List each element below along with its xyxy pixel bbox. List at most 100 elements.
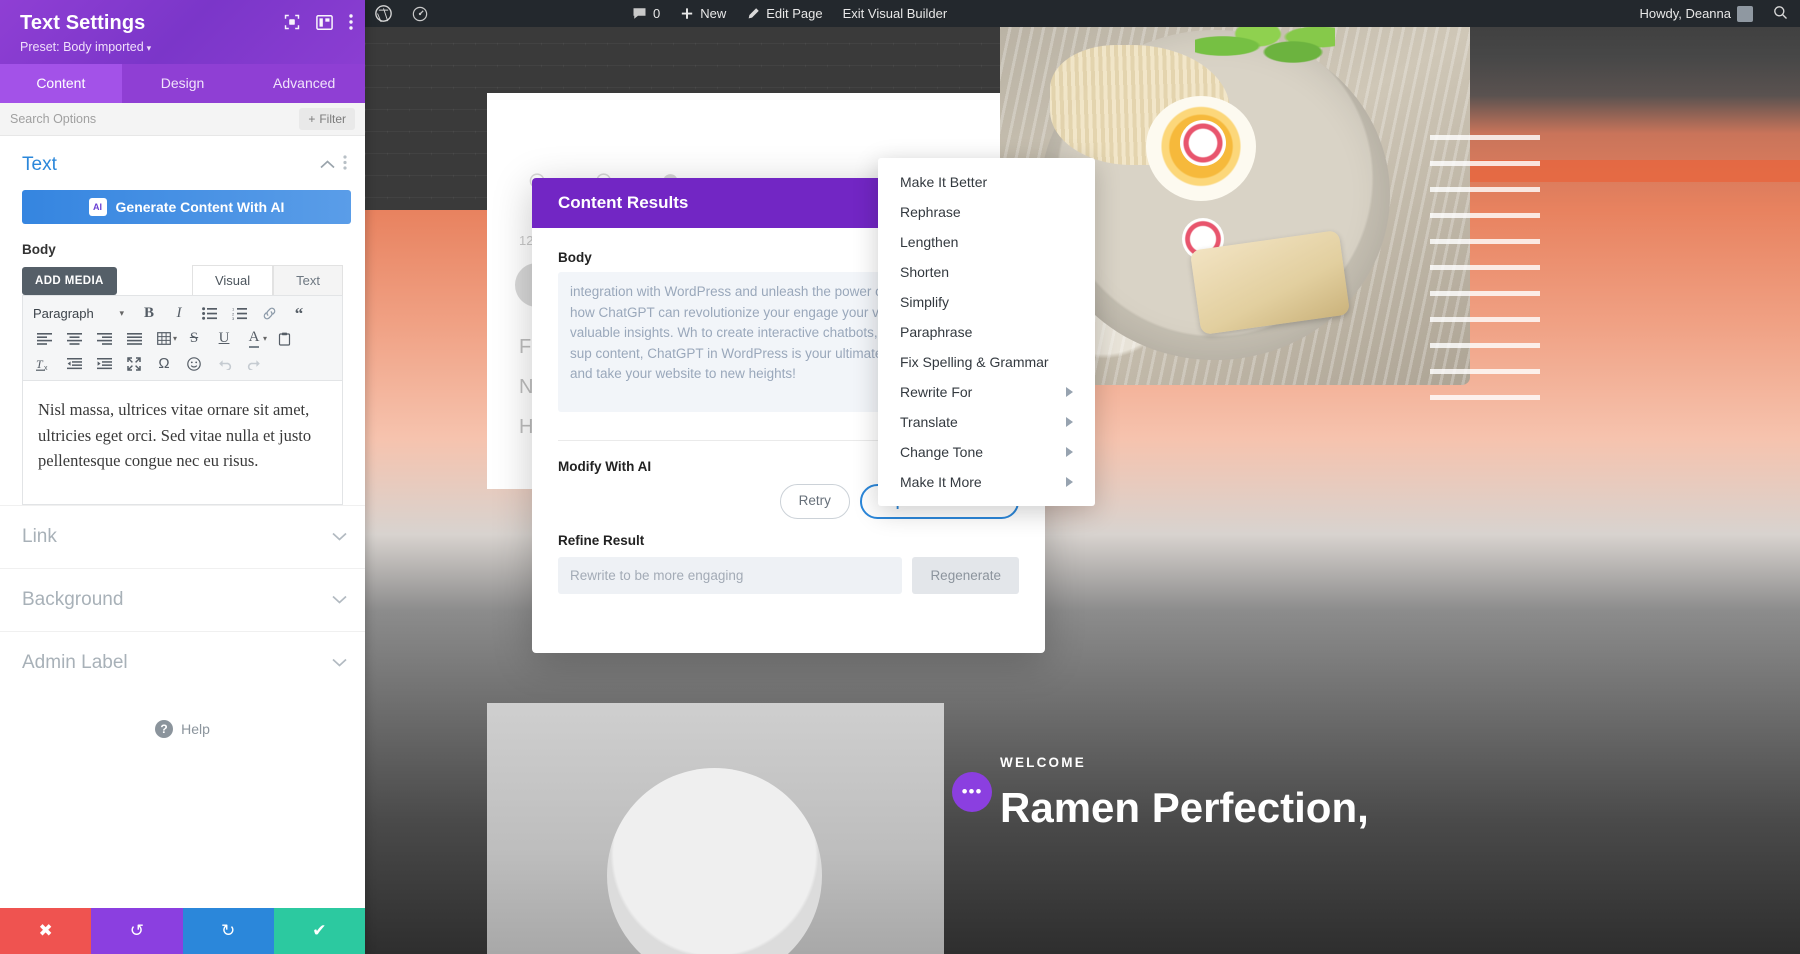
underline-icon[interactable]: U [209,327,239,351]
ai-badge-icon: AI [88,198,107,216]
panel-layout-icon[interactable] [316,14,333,30]
link-icon[interactable] [254,302,284,326]
search-options-row: Search Options + Filter [0,103,365,136]
menu-item-simplify[interactable]: Simplify [878,287,1095,317]
menu-item-translate[interactable]: Translate [878,407,1095,437]
chevron-down-icon[interactable] [332,654,347,672]
pencil-icon [746,7,760,21]
section-header-text[interactable]: Text [0,136,365,186]
generate-content-with-ai-button[interactable]: AI Generate Content With AI [22,190,351,224]
menu-item-make-it-better[interactable]: Make It Better [878,167,1095,197]
submenu-arrow-icon [1066,387,1073,397]
vertical-dots-icon[interactable] [349,14,353,30]
numbered-list-icon[interactable]: 123 [224,302,254,326]
retry-button[interactable]: Retry [779,484,850,519]
comments-icon [632,6,647,21]
outdent-icon[interactable] [59,352,89,376]
align-left-icon[interactable] [29,327,59,351]
bulleted-list-icon[interactable] [194,302,224,326]
section-admin-label[interactable]: Admin Label [0,630,365,694]
paste-icon[interactable] [269,327,299,351]
plus-icon: + [308,112,316,126]
menu-item-shorten[interactable]: Shorten [878,257,1095,287]
body-editor: ADD MEDIA Visual Text Paragraph ▾ B I 1 … [22,265,343,505]
menu-item-rephrase[interactable]: Rephrase [878,197,1095,227]
strikethrough-icon[interactable]: S [179,327,209,351]
menu-item-rewrite-for[interactable]: Rewrite For [878,377,1095,407]
avatar [1737,5,1753,22]
chevron-down-icon[interactable] [332,528,347,546]
body-text-content[interactable]: Nisl massa, ultrices vitae ornare sit am… [22,380,343,505]
new-content-menu[interactable]: New [670,0,736,27]
section-link[interactable]: Link [0,504,365,568]
menu-item-make-it-more[interactable]: Make It More [878,467,1095,497]
refine-result-label: Refine Result [558,533,645,548]
wp-admin-bar: 0 New Edit Page Exit Visual Builder Howd… [365,0,1800,27]
svg-text:3: 3 [232,316,235,320]
hero-text-block: WELCOME Ramen Perfection, [1000,755,1369,831]
filter-label: Filter [319,112,346,126]
dashboard-menu[interactable] [402,0,438,27]
refine-input[interactable]: Rewrite to be more engaging [558,557,903,594]
tab-text-editor[interactable]: Text [273,265,343,295]
tab-content[interactable]: Content [0,64,122,103]
paragraph-format-label: Paragraph [33,306,94,321]
tab-advanced[interactable]: Advanced [243,64,366,103]
undo-icon [209,352,239,376]
help-label: Help [181,720,210,737]
menu-label: Change Tone [900,444,984,460]
redo-button[interactable]: ↻ [182,908,274,954]
chevron-down-icon[interactable]: ▾ [263,334,267,343]
chevron-down-icon[interactable] [332,591,347,609]
comments-menu[interactable]: 0 [622,0,670,27]
bold-icon[interactable]: B [134,302,164,326]
submenu-arrow-icon [1066,447,1073,457]
question-mark-icon: ? [155,719,174,738]
preset-selector[interactable]: Preset: Body imported ▾ [20,40,349,54]
align-justify-icon[interactable] [119,327,149,351]
exit-visual-builder-button[interactable]: Exit Visual Builder [833,0,958,27]
undo-button[interactable]: ↺ [91,908,183,954]
indent-icon[interactable] [89,352,119,376]
menu-label: Lengthen [900,234,959,250]
align-right-icon[interactable] [89,327,119,351]
paragraph-format-select[interactable]: Paragraph ▾ [29,302,134,326]
fullscreen-icon[interactable] [119,352,149,376]
blockquote-icon[interactable]: “ [284,302,314,326]
special-character-icon[interactable]: Ω [149,352,179,376]
toolbar-row-3: Tx Ω [29,351,336,376]
plus-icon [680,7,694,21]
wp-logo-menu[interactable] [365,0,402,27]
menu-item-change-tone[interactable]: Change Tone [878,437,1095,467]
filter-button[interactable]: + Filter [299,108,355,130]
search-input[interactable]: Search Options [10,112,299,126]
search-icon[interactable] [1773,5,1788,23]
add-media-button[interactable]: ADD MEDIA [22,267,117,295]
menu-item-paraphrase[interactable]: Paraphrase [878,317,1095,347]
menu-label: Shorten [900,264,950,280]
howdy-user-menu[interactable]: Howdy, Deanna [1629,0,1763,27]
section-background[interactable]: Background [0,567,365,631]
help-button[interactable]: ? Help [0,694,365,764]
ellipsis-icon[interactable]: ••• [952,772,992,812]
narutomaki-decoration [1180,120,1226,166]
menu-label: Make It Better [900,174,988,190]
edit-page-menu[interactable]: Edit Page [736,0,832,27]
regenerate-button[interactable]: Regenerate [912,557,1019,594]
chevron-up-icon[interactable] [320,156,335,174]
italic-icon[interactable]: I [164,302,194,326]
tab-design[interactable]: Design [121,64,244,103]
section-more-icon[interactable] [343,155,347,175]
chevron-down-icon[interactable]: ▾ [173,334,177,343]
panel-header: Text Settings Preset: Body imported ▾ [0,0,365,64]
menu-item-lengthen[interactable]: Lengthen [878,227,1095,257]
emoji-icon[interactable] [179,352,209,376]
section-title-link: Link [22,525,57,547]
menu-item-fix-spelling-grammar[interactable]: Fix Spelling & Grammar [878,347,1095,377]
align-center-icon[interactable] [59,327,89,351]
responsive-view-icon[interactable] [284,14,300,30]
discard-button[interactable]: ✖ [0,908,92,954]
save-button[interactable]: ✔ [273,908,365,954]
tab-visual-editor[interactable]: Visual [191,265,274,295]
clear-formatting-icon[interactable]: Tx [29,352,59,376]
